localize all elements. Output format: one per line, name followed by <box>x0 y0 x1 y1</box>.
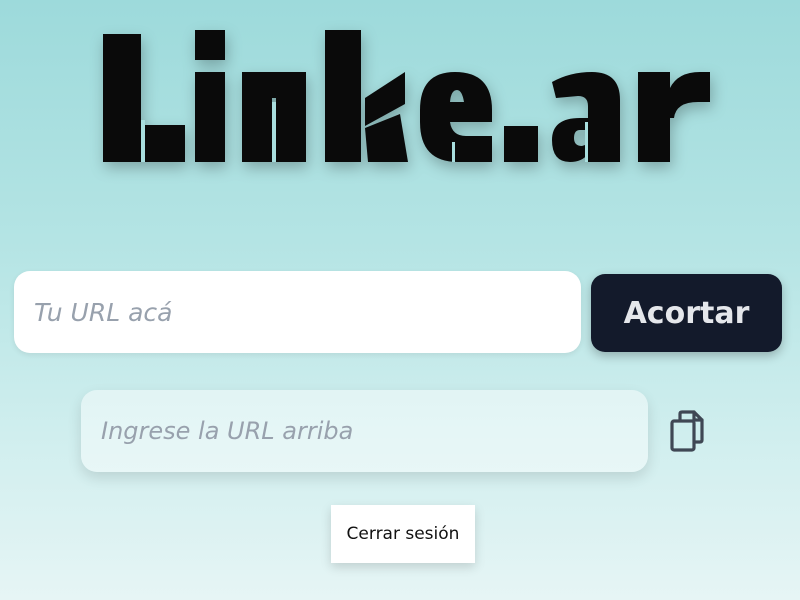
short-url-field[interactable] <box>81 390 648 472</box>
copy-button[interactable] <box>668 410 706 452</box>
url-input[interactable] <box>14 271 581 353</box>
brand-logo <box>100 22 712 177</box>
shorten-button[interactable]: Acortar <box>591 274 782 352</box>
logout-button[interactable]: Cerrar sesión <box>331 505 475 563</box>
copy-icon <box>668 410 706 455</box>
